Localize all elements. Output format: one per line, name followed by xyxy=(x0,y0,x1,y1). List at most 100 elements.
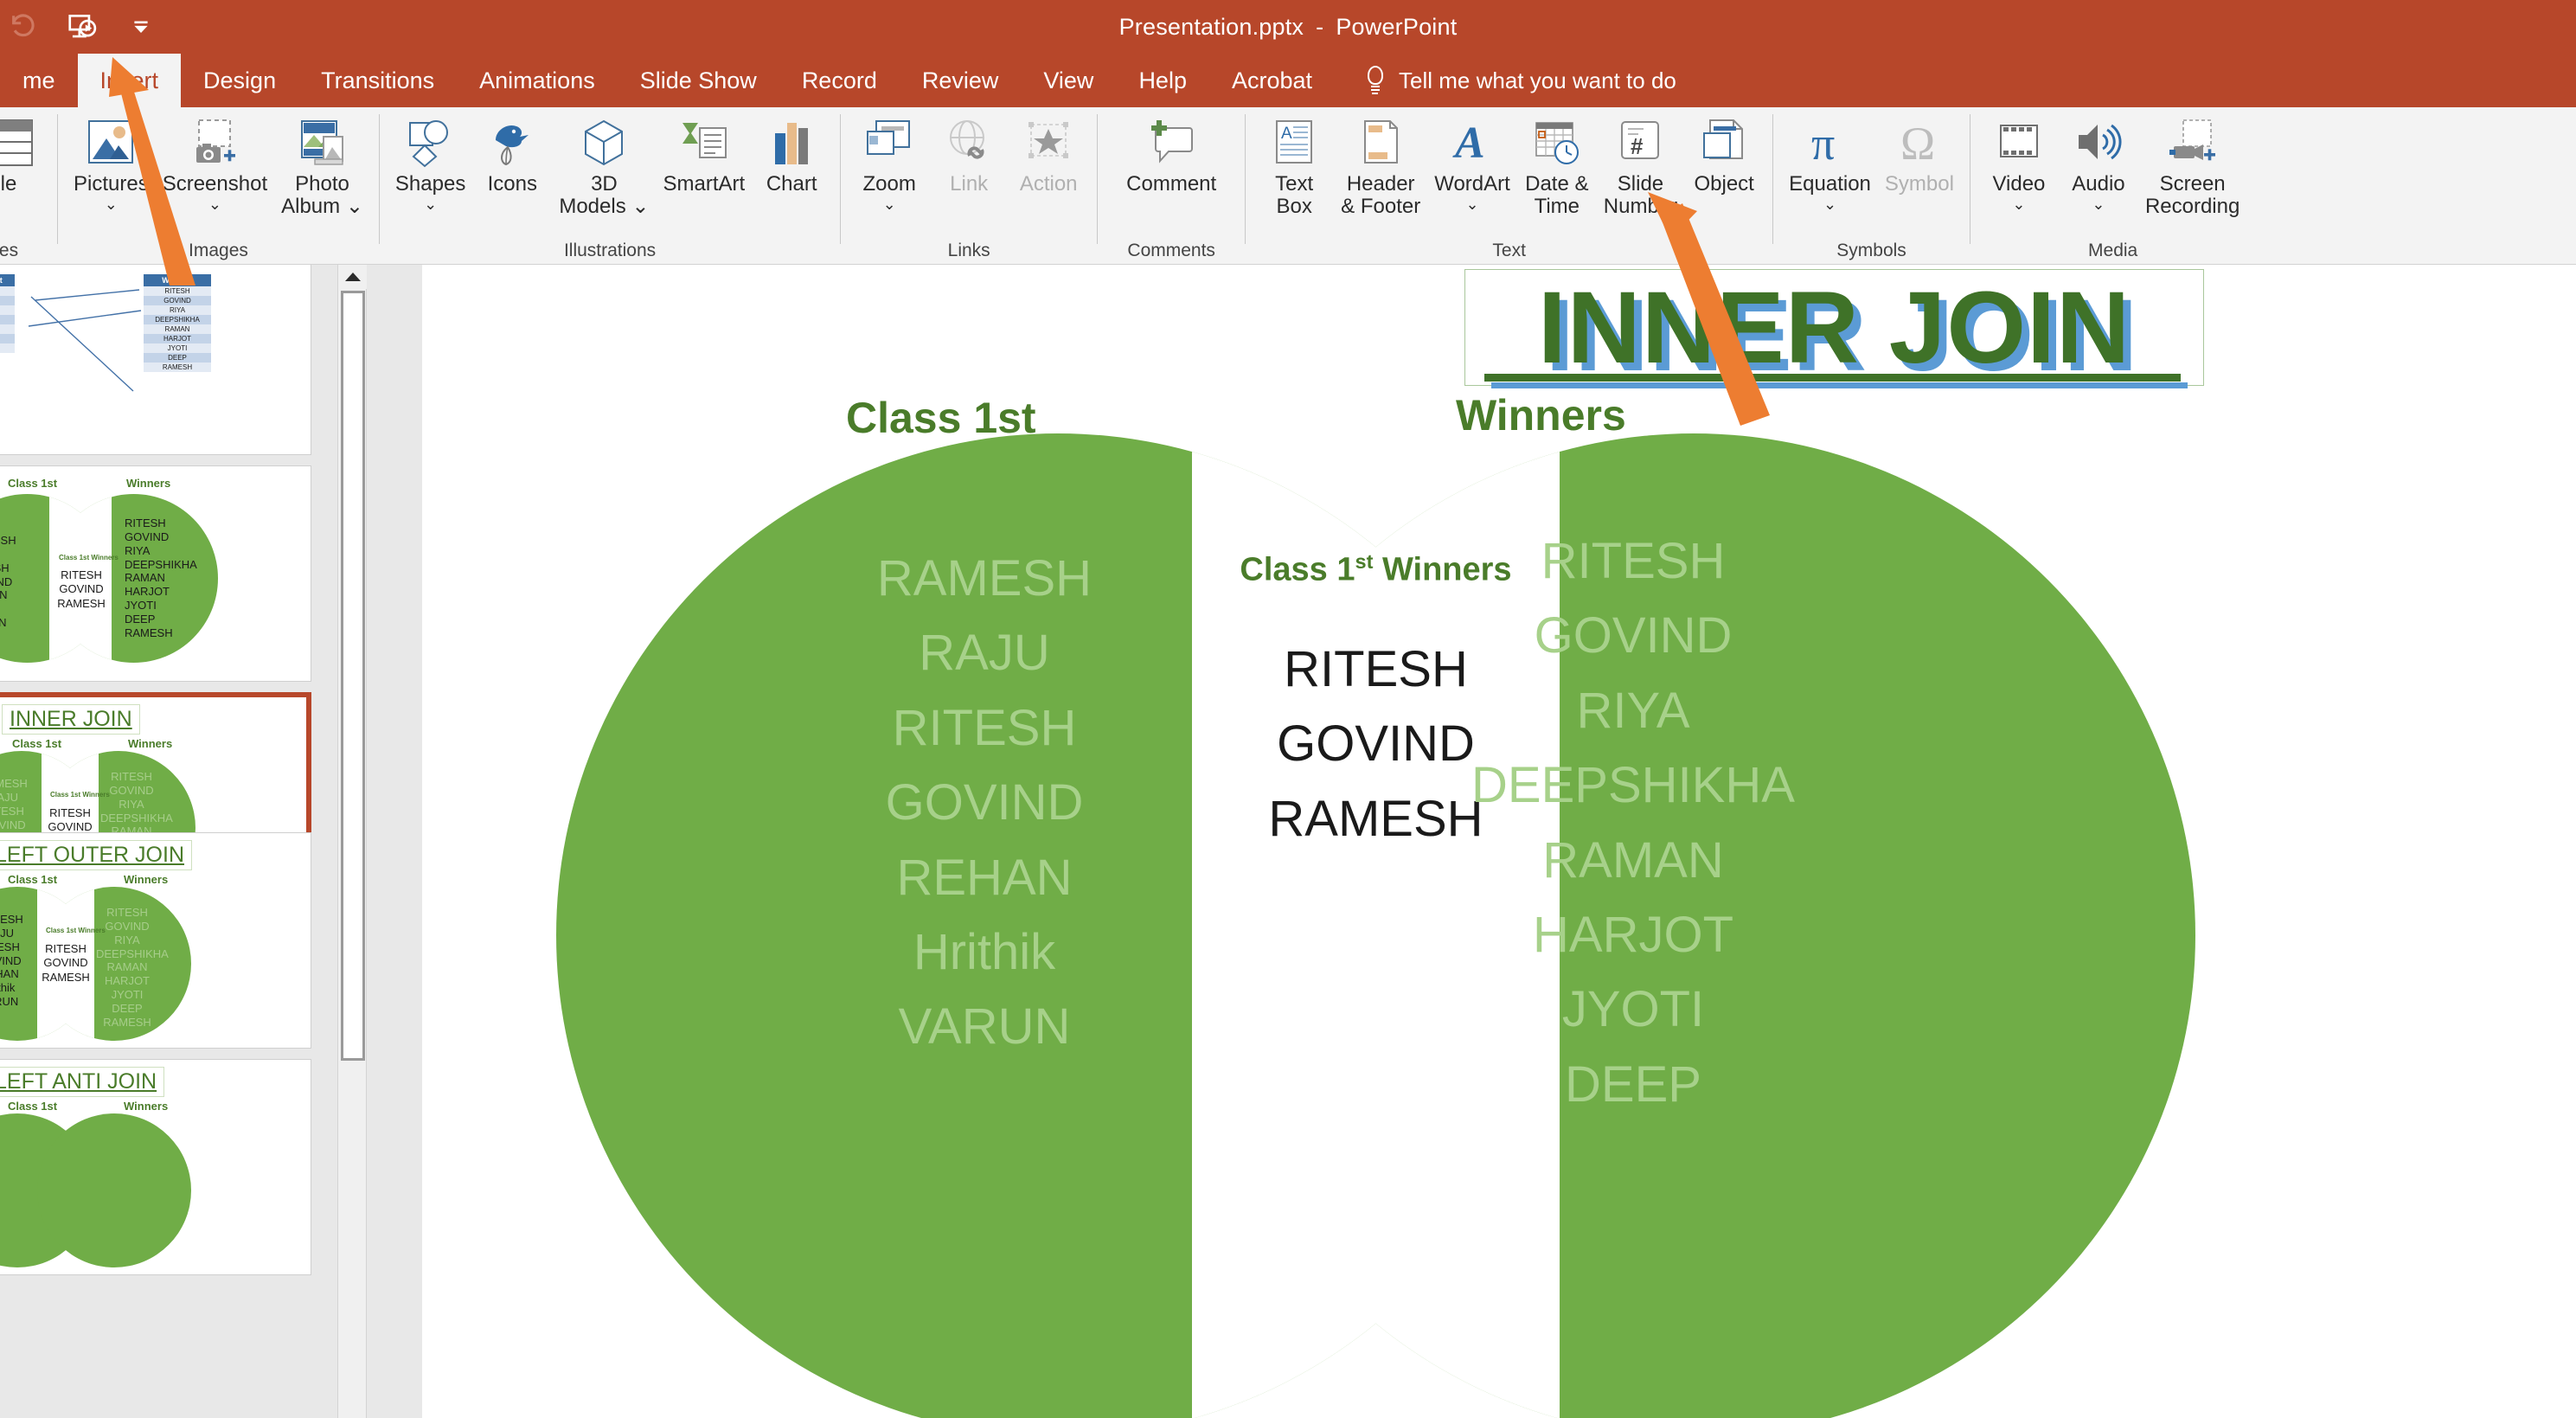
ribbon-group-comments: Comment Comments xyxy=(1098,107,1245,265)
audio-button[interactable]: Audio ⌄ xyxy=(2059,112,2138,212)
slide-canvas[interactable]: INNER JOIN Class 1st Winners RAMESH RAJU… xyxy=(422,265,2576,1418)
object-button-label: Object xyxy=(1694,172,1754,196)
slide-thumbnail-5[interactable]: LEFT ANTI JOIN Class 1st Winners xyxy=(0,1059,311,1275)
header-footer-button[interactable]: Header & Footer xyxy=(1334,112,1427,218)
chart-button[interactable]: Chart xyxy=(752,112,831,196)
tab-help[interactable]: Help xyxy=(1116,54,1209,107)
tab-review[interactable]: Review xyxy=(900,54,1022,107)
list-item: VARUN xyxy=(898,998,1071,1055)
app-name: PowerPoint xyxy=(1336,13,1458,40)
screen-recording-icon xyxy=(2166,116,2220,170)
shapes-button[interactable]: Shapes ⌄ xyxy=(388,112,472,212)
scrollbar-thumb[interactable] xyxy=(341,291,365,1061)
tab-design[interactable]: Design xyxy=(181,54,298,107)
tab-record[interactable]: Record xyxy=(779,54,900,107)
tell-me-search[interactable]: Tell me what you want to do xyxy=(1335,54,1676,107)
wordart-button[interactable]: A WordArt ⌄ xyxy=(1427,112,1517,212)
thumb3-left-label: Class 1st xyxy=(12,737,62,750)
video-button[interactable]: Video ⌄ xyxy=(1979,112,2059,212)
svg-text:#: # xyxy=(1631,133,1644,159)
object-button[interactable]: Object xyxy=(1684,112,1764,196)
ribbon-group-symbols-label: Symbols xyxy=(1836,241,1906,260)
tab-insert[interactable]: Insert xyxy=(77,54,182,107)
audio-icon xyxy=(2073,116,2124,170)
photo-album-icon xyxy=(298,116,348,170)
thumb3-right-label: Winners xyxy=(128,737,173,750)
svg-text:A: A xyxy=(1452,119,1485,168)
header-footer-button-label2: & Footer xyxy=(1341,194,1421,218)
table-button-label: le xyxy=(0,172,17,196)
screen-recording-button[interactable]: Screen Recording xyxy=(2138,112,2246,218)
date-time-button-label2: Time xyxy=(1534,194,1580,218)
equation-chevron-down-icon[interactable]: ⌄ xyxy=(1823,196,1836,212)
tab-view[interactable]: View xyxy=(1021,54,1116,107)
equation-button-label: Equation xyxy=(1789,172,1871,196)
3d-models-button[interactable]: 3D Models ⌄ xyxy=(552,112,656,218)
slide-thumbnail-4[interactable]: LEFT OUTER JOIN Class 1st Winners RAMESH… xyxy=(0,832,311,1049)
table-button[interactable]: le xyxy=(0,112,48,196)
video-icon xyxy=(1994,116,2044,170)
photo-album-button-label2: Album ⌄ xyxy=(281,194,363,218)
slide-thumbnail-2[interactable]: Class 1st Winners RAMESHRAJU RITESHGOVIN… xyxy=(0,465,311,682)
pictures-chevron-down-icon[interactable]: ⌄ xyxy=(105,196,118,212)
zoom-icon xyxy=(864,116,914,170)
svg-text:Ω: Ω xyxy=(1900,118,1935,168)
photo-album-button[interactable]: Photo Album ⌄ xyxy=(274,112,370,218)
list-item: RAMESH xyxy=(876,550,1093,606)
tab-home[interactable]: me xyxy=(0,54,78,107)
slide-thumbnail-pane[interactable]: Class 1st RAMESH RAJU RITESH GOVIND REHA… xyxy=(0,265,337,1418)
smartart-button[interactable]: SmartArt xyxy=(656,112,752,196)
list-item: GOVIND xyxy=(885,774,1084,831)
zoom-button[interactable]: Zoom ⌄ xyxy=(849,112,929,212)
thumbnail-pane-scrollbar[interactable] xyxy=(337,265,368,1418)
screenshot-button[interactable]: Screenshot ⌄ xyxy=(156,112,274,212)
ribbon-group-images: Pictures ⌄ Screenshot ⌄ Photo Album ⌄ Im… xyxy=(58,107,379,265)
svg-text:π: π xyxy=(1811,118,1835,168)
tab-transitions[interactable]: Transitions xyxy=(298,54,457,107)
smartart-icon xyxy=(679,116,729,170)
tab-slide-show[interactable]: Slide Show xyxy=(618,54,779,107)
window-title: Presentation.pptx - PowerPoint xyxy=(0,0,2576,54)
audio-chevron-down-icon[interactable]: ⌄ xyxy=(2092,196,2105,212)
slide-number-button[interactable]: # Slide Number xyxy=(1597,112,1684,218)
thumb5-right-label: Winners xyxy=(124,1100,169,1113)
list-item: RITESH xyxy=(892,699,1077,756)
scroll-up-arrow-icon[interactable] xyxy=(338,265,368,289)
thumb1-join-lines xyxy=(28,289,142,392)
slide-thumbnail-1[interactable]: Class 1st RAMESH RAJU RITESH GOVIND REHA… xyxy=(0,265,311,455)
shapes-chevron-down-icon[interactable]: ⌄ xyxy=(424,196,437,212)
document-name: Presentation.pptx xyxy=(1118,13,1304,40)
thumb2-right-label: Winners xyxy=(126,477,171,490)
screenshot-chevron-down-icon[interactable]: ⌄ xyxy=(208,196,221,212)
ribbon-group-tables: le es xyxy=(0,107,57,265)
date-time-button[interactable]: Date & Time xyxy=(1517,112,1597,218)
shapes-icon xyxy=(406,116,456,170)
ribbon-group-symbols: π Equation ⌄ Ω Symbol Symbols xyxy=(1773,107,1970,265)
shapes-button-label: Shapes xyxy=(394,172,466,196)
text-box-icon: A xyxy=(1269,116,1319,170)
tab-acrobat[interactable]: Acrobat xyxy=(1209,54,1335,107)
wordart-chevron-down-icon[interactable]: ⌄ xyxy=(1465,196,1478,212)
comment-button[interactable]: Comment xyxy=(1106,112,1236,196)
video-chevron-down-icon[interactable]: ⌄ xyxy=(2012,196,2025,212)
pictures-button[interactable]: Pictures ⌄ xyxy=(67,112,156,212)
icons-button[interactable]: Icons xyxy=(472,112,552,196)
text-box-button[interactable]: A Text Box xyxy=(1254,112,1334,218)
equation-button[interactable]: π Equation ⌄ xyxy=(1782,112,1878,212)
left-only-names: RAMESH RAJU RITESH GOVIND REHAN Hrithik … xyxy=(768,542,1201,1065)
ribbon-group-media: Video ⌄ Audio ⌄ Screen Recording Media xyxy=(1970,107,2255,265)
thumb2-mid-names: RITESH GOVIND RAMESH xyxy=(57,568,106,610)
equation-icon: π xyxy=(1805,116,1855,170)
zoom-chevron-down-icon[interactable]: ⌄ xyxy=(883,196,896,212)
wordart-title-placeholder[interactable]: INNER JOIN xyxy=(1464,269,2204,388)
ribbon-tab-strip: me Insert Design Transitions Animations … xyxy=(0,54,2576,107)
comment-icon xyxy=(1146,116,1196,170)
list-item: DEEPSHIKHA xyxy=(1471,757,1795,814)
text-box-button-label: Text xyxy=(1275,172,1314,196)
list-item: HARJOT xyxy=(1533,907,1733,964)
action-button-label: Action xyxy=(1019,172,1078,196)
tab-animations[interactable]: Animations xyxy=(457,54,618,107)
thumb2-left-label: Class 1st xyxy=(8,477,58,490)
list-item: GOVIND xyxy=(1534,607,1733,664)
list-item: DEEP xyxy=(1565,1055,1701,1113)
